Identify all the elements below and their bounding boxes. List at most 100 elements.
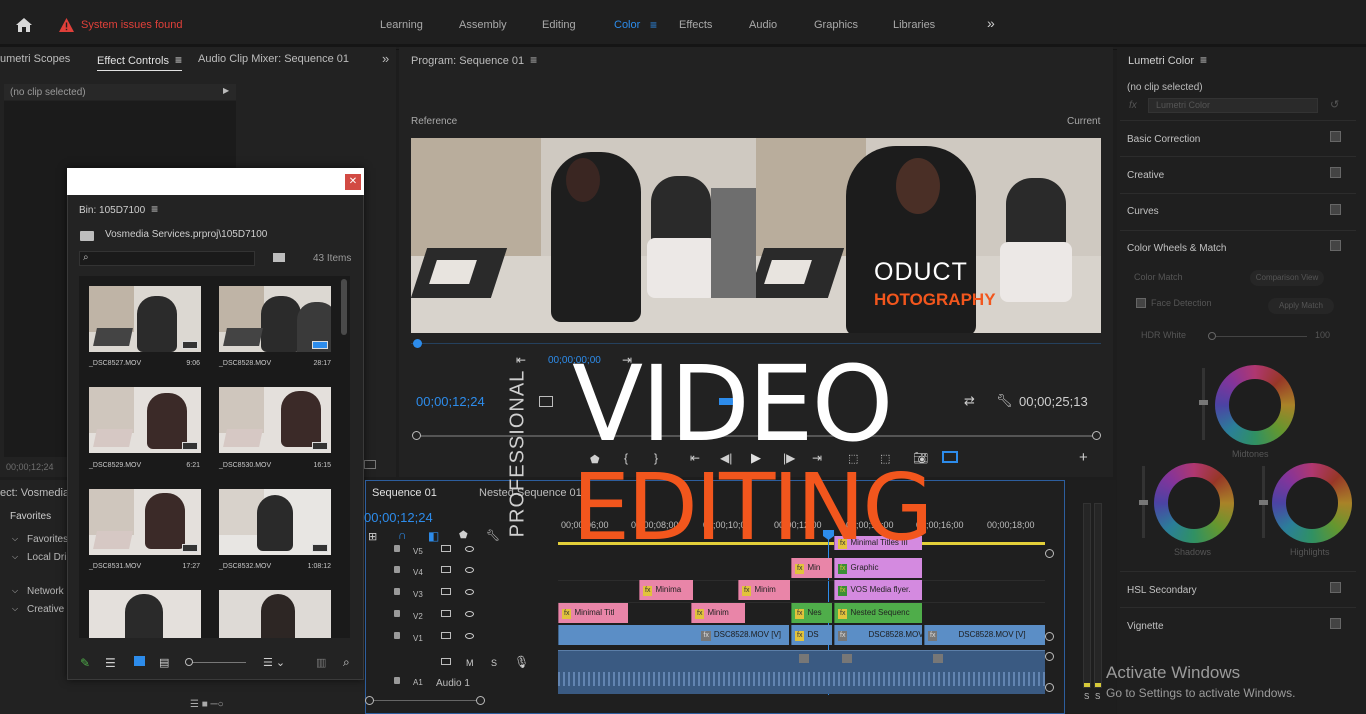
tab-libraries[interactable]: Libraries [893, 19, 935, 31]
system-issues-link[interactable]: System issues found [81, 19, 183, 31]
track-label-v5[interactable]: V5 [413, 547, 423, 556]
linked-selection-icon[interactable]: ◧ [428, 529, 439, 543]
thumbnail-clip[interactable] [219, 590, 331, 638]
clip-v1-dsc[interactable]: fx DS [791, 625, 832, 645]
bin-menu-icon[interactable]: ≡ [151, 202, 158, 216]
add-marker-icon[interactable]: ⬟ [459, 530, 468, 541]
section-enable-checkbox[interactable] [1330, 618, 1341, 629]
horizontal-scrollbar[interactable] [369, 700, 483, 701]
thumbnail-dsc8531[interactable] [89, 489, 201, 555]
eye-icon[interactable] [465, 633, 474, 639]
play-arrow-icon[interactable]: ▶ [223, 86, 229, 95]
zoom-slider[interactable] [186, 662, 246, 663]
vertical-scroll-handle[interactable] [1045, 652, 1054, 661]
clip-v3-minimal[interactable]: fx Minima [639, 580, 693, 600]
list-view-icon[interactable]: ☰ [105, 656, 116, 670]
highlights-wheel[interactable] [1272, 463, 1352, 543]
track-label-v1[interactable]: V1 [413, 634, 423, 643]
panel-overflow-icon[interactable]: » [382, 51, 389, 66]
hdr-white-handle[interactable] [1208, 332, 1216, 340]
zoom-handle-left[interactable] [412, 431, 421, 440]
tab-graphics[interactable]: Graphics [814, 19, 858, 31]
horizontal-scroll-handle[interactable] [365, 696, 374, 705]
favorites-tab[interactable]: Favorites [10, 511, 51, 522]
track-label-v3[interactable]: V3 [413, 590, 423, 599]
tab-learning[interactable]: Learning [380, 19, 423, 31]
find-icon[interactable]: ⌕ [343, 655, 350, 670]
tab-assembly[interactable]: Assembly [459, 19, 507, 31]
shadows-slider-handle[interactable] [1139, 500, 1148, 505]
track-label-v4[interactable]: V4 [413, 568, 423, 577]
project-tab[interactable]: ect: Vosmedia [0, 487, 69, 499]
clip-v2-nested[interactable]: fx Nes [791, 603, 832, 623]
section-curves[interactable]: Curves [1127, 206, 1159, 217]
more-workspaces-icon[interactable]: » [987, 15, 995, 31]
vertical-scroll-handle[interactable] [1045, 683, 1054, 692]
reset-icon[interactable]: ↺ [1330, 98, 1339, 111]
lock-icon[interactable] [394, 545, 400, 552]
section-enable-checkbox[interactable] [1330, 240, 1341, 251]
clip-v2-nested-sequence[interactable]: fx Nested Sequenc [834, 603, 922, 623]
midtones-slider-handle[interactable] [1199, 400, 1208, 405]
clip-v1-dsc8528[interactable]: fx DSC8528.MOV [V] [558, 625, 789, 645]
program-timecode[interactable]: 00;00;12;24 [416, 394, 485, 409]
tab-audio[interactable]: Audio [749, 19, 777, 31]
home-icon[interactable] [12, 14, 36, 36]
panel-menu-icon[interactable]: ≡ [175, 53, 182, 67]
new-search-bin-icon[interactable] [273, 253, 285, 262]
expand-arrow-icon[interactable]: ⌵ [12, 604, 18, 614]
program-playhead[interactable] [413, 339, 422, 348]
meter-solo-label[interactable]: S [1095, 692, 1100, 701]
microphone-icon[interactable]: 🎙︎ [514, 655, 529, 669]
tree-favorites[interactable]: Favorites [27, 534, 68, 545]
settings-wrench-icon[interactable]: 🔧︎ [486, 529, 500, 542]
tree-local-drive[interactable]: Local Dri [27, 552, 66, 563]
snap-icon[interactable]: ∩ [398, 528, 407, 542]
export-frame-icon[interactable] [364, 460, 376, 469]
section-creative[interactable]: Creative [1127, 170, 1164, 181]
midtones-wheel[interactable] [1215, 365, 1295, 445]
sync-lock-icon[interactable] [441, 658, 451, 665]
tab-audio-clip-mixer[interactable]: Audio Clip Mixer: Sequence 01 [198, 53, 349, 65]
panel-menu-icon[interactable]: ≡ [530, 53, 537, 67]
section-enable-checkbox[interactable] [1330, 204, 1341, 215]
bin-titlebar[interactable] [67, 168, 364, 195]
thumbnail-dsc8532[interactable] [219, 489, 331, 555]
shadows-wheel[interactable] [1154, 463, 1234, 543]
bin-close-button[interactable]: ✕ [345, 174, 361, 190]
expand-arrow-icon[interactable]: ⌵ [12, 552, 18, 562]
list-view-icon[interactable]: ☰ ■ ─○ [190, 699, 224, 710]
solo-button[interactable]: S [491, 658, 497, 668]
tab-color[interactable]: Color [614, 19, 640, 31]
sync-lock-icon[interactable] [441, 588, 451, 595]
add-button-icon[interactable]: + [1079, 449, 1088, 466]
sort-icon[interactable]: ☰ ⌄ [263, 656, 285, 669]
lock-icon[interactable] [394, 588, 400, 595]
clip-v2-minimal[interactable]: fx Minim [691, 603, 745, 623]
track-label-a1[interactable]: A1 [413, 678, 423, 687]
thumbnail-dsc8527[interactable] [89, 286, 201, 352]
lock-icon[interactable] [394, 566, 400, 573]
face-detection-checkbox[interactable] [1136, 298, 1146, 308]
section-hsl-secondary[interactable]: HSL Secondary [1127, 585, 1197, 596]
tab-lumetri-scopes[interactable]: umetri Scopes [0, 53, 70, 65]
section-enable-checkbox[interactable] [1330, 167, 1341, 178]
section-vignette[interactable]: Vignette [1127, 621, 1164, 632]
clip-v1-dsc8528[interactable]: fx DSC8528.MOV [V] [924, 625, 1045, 645]
lock-icon[interactable] [394, 610, 400, 617]
tree-network[interactable]: Network [27, 586, 64, 597]
comparison-toggle-icon[interactable] [942, 451, 958, 463]
section-enable-checkbox[interactable] [1330, 582, 1341, 593]
swap-icon[interactable]: ⇄ [964, 393, 975, 409]
bin-scrollbar[interactable] [341, 279, 347, 335]
thumbnail-clip[interactable] [89, 590, 201, 638]
tab-effect-controls[interactable]: Effect Controls ≡ [97, 53, 182, 71]
section-enable-checkbox[interactable] [1330, 131, 1341, 142]
tab-effects[interactable]: Effects [679, 19, 712, 31]
compare-view-icon[interactable] [539, 396, 553, 407]
clip-v2-minimal-titles[interactable]: fx Minimal Titl [558, 603, 628, 623]
warning-icon[interactable] [59, 18, 74, 35]
thumbnail-dsc8530[interactable] [219, 387, 331, 453]
sync-lock-icon[interactable] [441, 566, 451, 573]
automate-icon[interactable]: ▥ [316, 656, 326, 669]
